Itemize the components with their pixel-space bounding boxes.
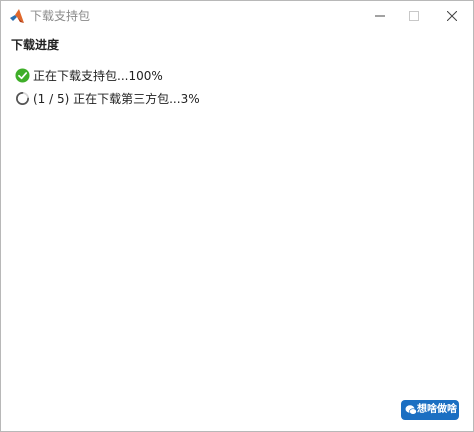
title-bar[interactable]: 下载支持包 <box>1 1 473 31</box>
minimize-button[interactable] <box>363 1 397 31</box>
maximize-icon <box>409 11 419 21</box>
close-button[interactable] <box>435 1 469 31</box>
close-icon <box>447 11 457 21</box>
wechat-icon <box>405 405 417 415</box>
download-progress-heading: 下载进度 <box>11 38 60 52</box>
spinner-icon <box>16 92 29 105</box>
check-circle-icon <box>15 68 30 83</box>
minimize-icon <box>375 15 385 17</box>
progress-text: 正在下载支持包...100% <box>33 69 163 83</box>
download-dialog: 下载支持包 下载进度 正在下载支持包...100% (1 / 5) 正在下载第三… <box>0 0 474 432</box>
window-title: 下载支持包 <box>30 9 91 23</box>
matlab-logo-icon <box>10 9 24 23</box>
progress-text: (1 / 5) 正在下载第三方包...3% <box>33 92 200 106</box>
watermark-text: 想啥做啥 <box>417 404 457 415</box>
maximize-button[interactable] <box>397 1 431 31</box>
watermark-badge: 想啥做啥 <box>401 400 459 420</box>
